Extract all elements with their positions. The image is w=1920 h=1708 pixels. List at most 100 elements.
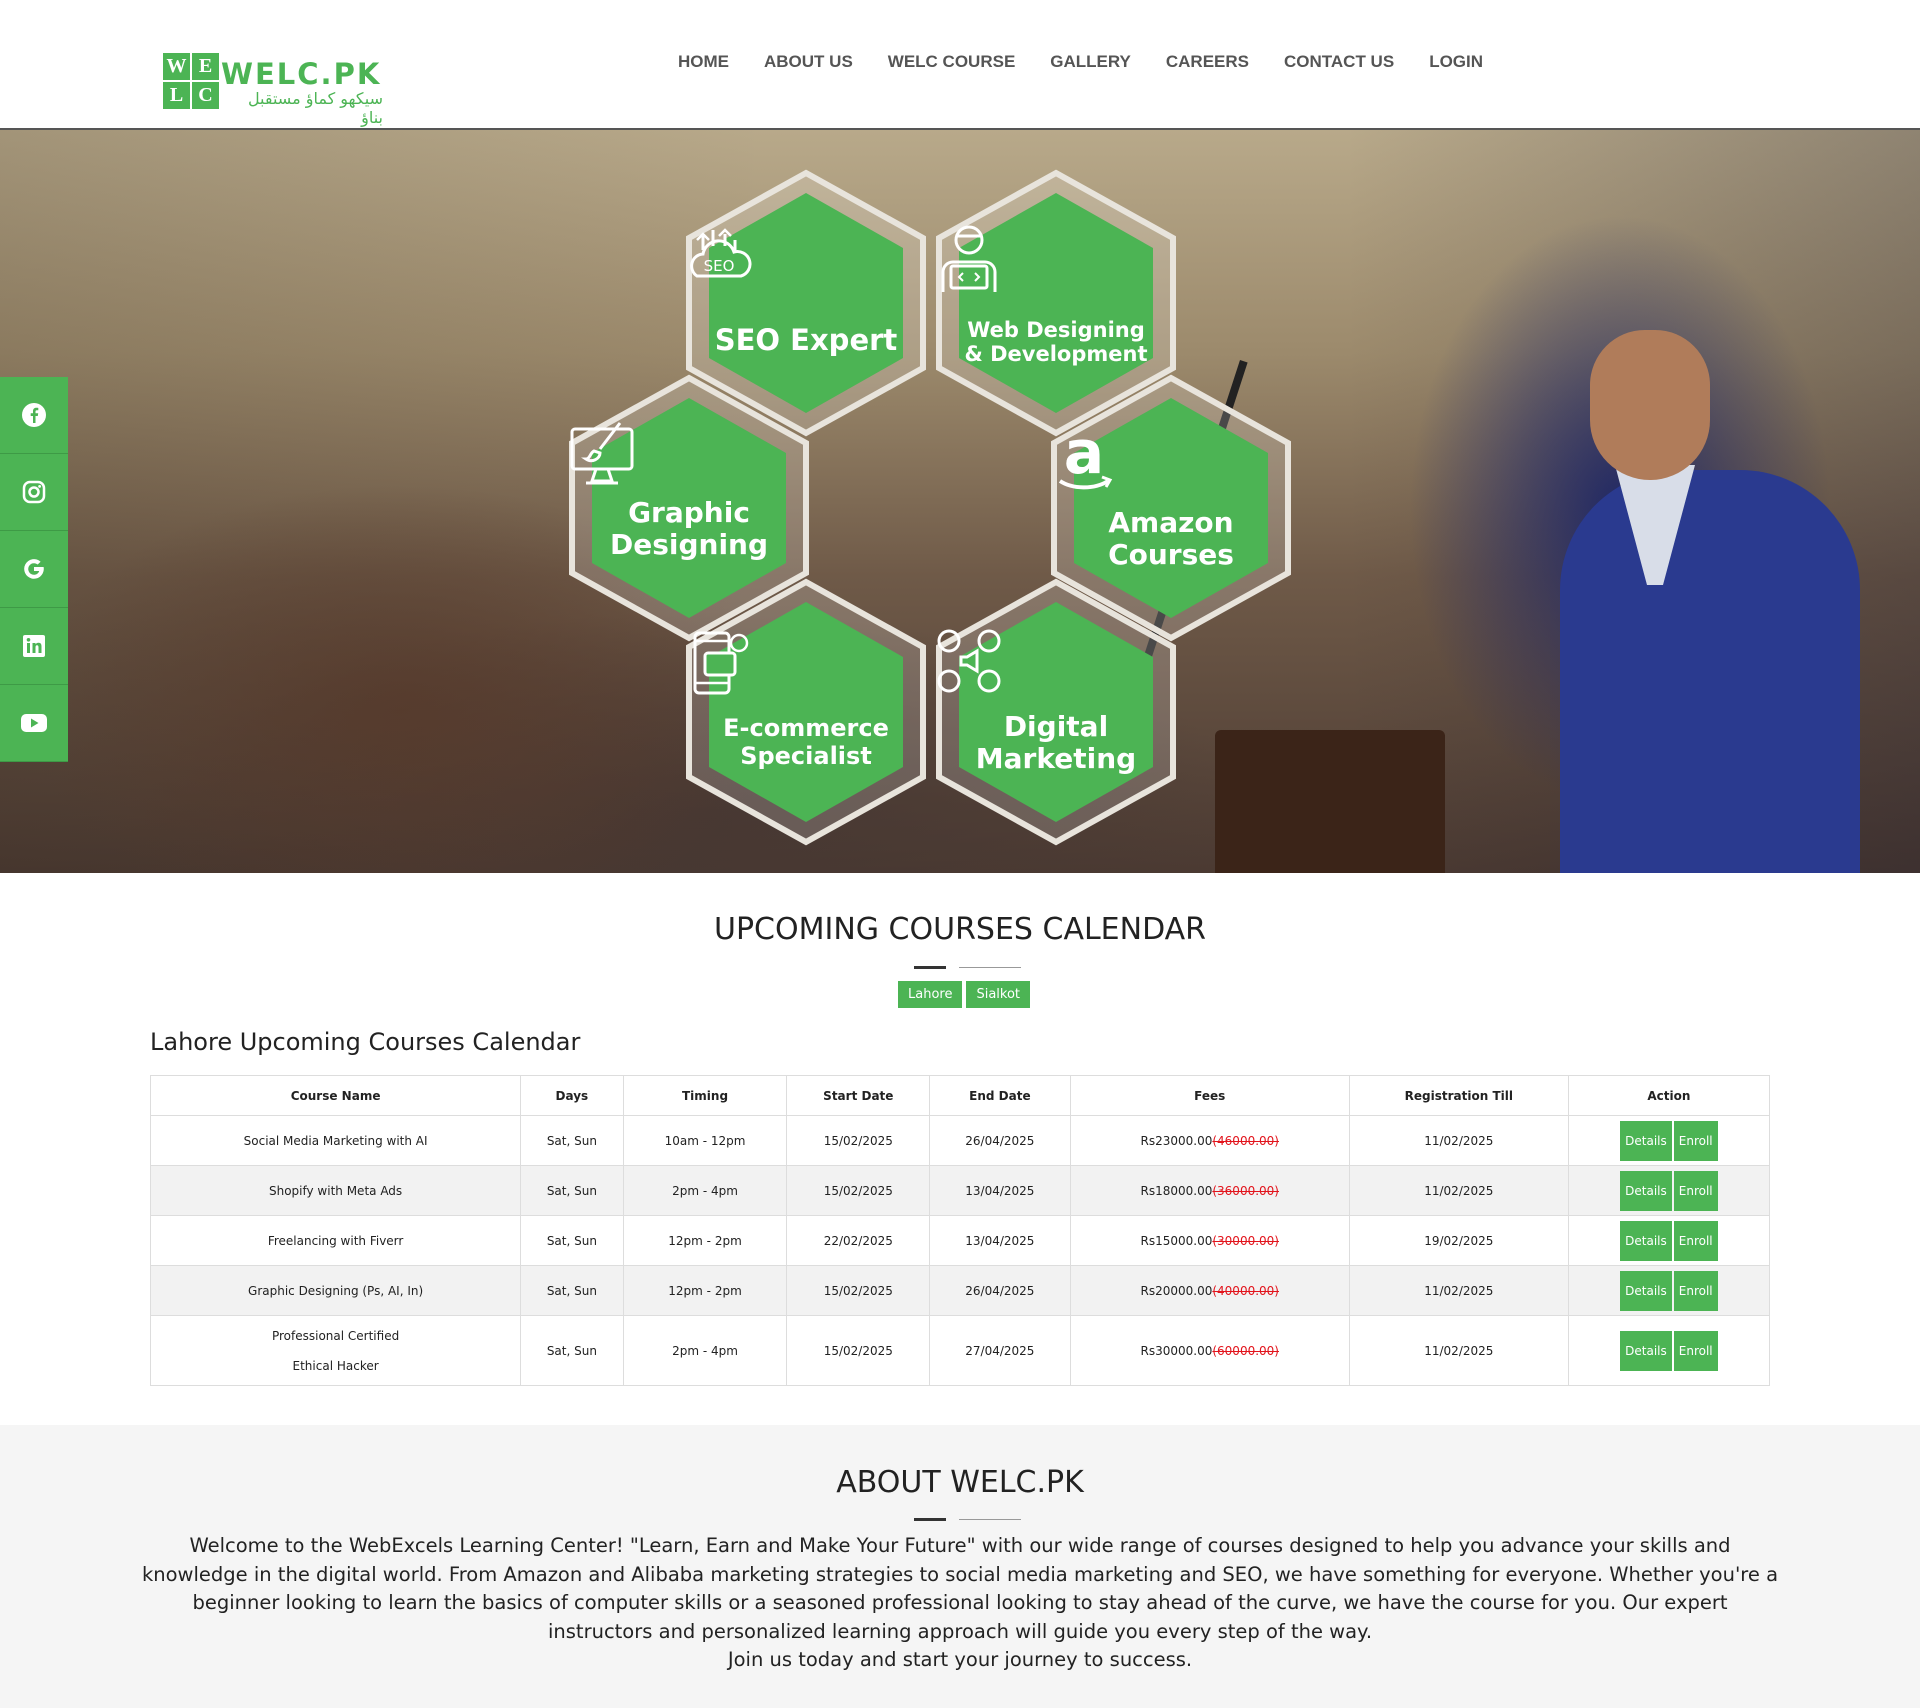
cell-timing: 12pm - 2pm <box>622 1265 788 1316</box>
fee-original: (40000.00) <box>1212 1283 1279 1298</box>
details-button[interactable]: Details <box>1620 1120 1672 1161</box>
nav-contact-us[interactable]: CONTACT US <box>1284 52 1394 72</box>
column-header: Registration Till <box>1348 1075 1569 1116</box>
cell-registration-till: 11/02/2025 <box>1348 1315 1569 1386</box>
hex-label: SEO Expert <box>683 323 929 357</box>
fee-original: (36000.00) <box>1212 1183 1279 1198</box>
cell-course-name: Social Media Marketing with AI <box>149 1115 522 1166</box>
tab-lahore[interactable]: Lahore <box>898 981 963 1008</box>
cell-registration-till: 11/02/2025 <box>1348 1265 1569 1316</box>
cell-end-date: 13/04/2025 <box>929 1165 1071 1216</box>
nav-careers[interactable]: CAREERS <box>1166 52 1249 72</box>
nav-home[interactable]: HOME <box>678 52 729 72</box>
table-row: Social Media Marketing with AI Sat, Sun … <box>149 1115 1771 1166</box>
cell-days: Sat, Sun <box>520 1265 624 1316</box>
course-name-text: Professional Certified Ethical Hacker <box>271 1328 400 1373</box>
divider-line <box>959 1519 1021 1520</box>
logo-wordmark: WELC.PK <box>221 57 382 91</box>
social-sidebar <box>0 377 68 762</box>
speaker-head <box>1590 330 1710 480</box>
cell-fees: Rs15000.00(30000.00) <box>1069 1215 1350 1266</box>
cell-action: Details Enroll <box>1567 1115 1771 1166</box>
column-header: Start Date <box>786 1075 931 1116</box>
fee-original: (60000.00) <box>1212 1343 1279 1358</box>
facebook-icon <box>22 403 46 427</box>
cell-fees: Rs23000.00(46000.00) <box>1069 1115 1350 1166</box>
details-button[interactable]: Details <box>1620 1330 1672 1371</box>
column-header: Days <box>520 1075 624 1116</box>
cell-end-date: 26/04/2025 <box>929 1265 1071 1316</box>
cell-days: Sat, Sun <box>520 1165 624 1216</box>
nav-welc-course[interactable]: WELC COURSE <box>888 52 1016 72</box>
hex-label-line: Courses <box>1108 538 1234 572</box>
main-nav: HOME ABOUT US WELC COURSE GALLERY CAREER… <box>678 52 1518 72</box>
enroll-button[interactable]: Enroll <box>1673 1120 1718 1161</box>
svg-text:a: a <box>1064 425 1105 488</box>
enroll-button[interactable]: Enroll <box>1673 1330 1718 1371</box>
tab-sialkot[interactable]: Sialkot <box>966 981 1031 1008</box>
hex-label-line: Amazon <box>1108 506 1234 539</box>
hex-label-line: Digital <box>1003 710 1109 743</box>
nav-login[interactable]: LOGIN <box>1429 52 1483 72</box>
nav-gallery[interactable]: GALLERY <box>1050 52 1131 72</box>
fee-current: Rs23000.00 <box>1140 1133 1213 1148</box>
column-header: Action <box>1567 1075 1771 1116</box>
cell-days: Sat, Sun <box>520 1215 624 1266</box>
instagram-link[interactable] <box>0 454 68 531</box>
divider-bar <box>914 966 946 969</box>
details-button[interactable]: Details <box>1620 1220 1672 1261</box>
hex-label-line: Marketing <box>975 742 1137 776</box>
logo-mark: W E L C <box>163 53 219 109</box>
courses-table: Course Name Days Timing Start Date End D… <box>149 1075 1771 1386</box>
hex-label-line: SEO Expert <box>714 323 898 357</box>
details-button[interactable]: Details <box>1620 1270 1672 1311</box>
table-header-row: Course Name Days Timing Start Date End D… <box>149 1075 1771 1116</box>
hexagon-shape <box>686 578 926 846</box>
hex-label: E-commerce Specialist <box>683 714 929 770</box>
hex-digital-marketing[interactable]: Digital Marketing <box>933 577 1179 847</box>
enroll-button[interactable]: Enroll <box>1673 1220 1718 1261</box>
logo-letter: C <box>192 82 219 109</box>
google-link[interactable] <box>0 531 68 608</box>
cell-registration-till: 11/02/2025 <box>1348 1115 1569 1166</box>
about-description: Welcome to the WebExcels Learning Center… <box>140 1532 1780 1675</box>
cell-action: Details Enroll <box>1567 1315 1771 1386</box>
hero-banner: SEO SEO Expert Web Designing & Developme… <box>0 130 1920 873</box>
cell-fees: Rs18000.00(36000.00) <box>1069 1165 1350 1216</box>
fee-current: Rs18000.00 <box>1140 1183 1213 1198</box>
calendar-subtitle: Lahore Upcoming Courses Calendar <box>150 1028 581 1056</box>
cell-registration-till: 11/02/2025 <box>1348 1165 1569 1216</box>
nav-about-us[interactable]: ABOUT US <box>764 52 853 72</box>
linkedin-link[interactable] <box>0 608 68 685</box>
cell-days: Sat, Sun <box>520 1315 624 1386</box>
details-button[interactable]: Details <box>1620 1170 1672 1211</box>
enroll-button[interactable]: Enroll <box>1673 1170 1718 1211</box>
fee-current: Rs30000.00 <box>1140 1343 1213 1358</box>
column-header: Timing <box>622 1075 788 1116</box>
instagram-icon <box>22 480 46 504</box>
cell-course-name: Professional Certified Ethical Hacker <box>149 1315 522 1386</box>
site-logo[interactable]: W E L C WELC.PK سیکھو کماؤ مستقبل بناؤ <box>163 53 383 127</box>
youtube-link[interactable] <box>0 685 68 762</box>
cell-course-name: Freelancing with Fiverr <box>149 1215 522 1266</box>
about-title: ABOUT WELC.PK <box>836 1465 1084 1500</box>
podium <box>1215 730 1445 873</box>
speaker-figure <box>1500 290 1860 873</box>
city-tabs: Lahore Sialkot <box>898 981 1034 1008</box>
table-row: Shopify with Meta Ads Sat, Sun 2pm - 4pm… <box>149 1165 1771 1216</box>
cell-timing: 2pm - 4pm <box>622 1315 788 1386</box>
cell-start-date: 15/02/2025 <box>786 1315 931 1386</box>
cell-start-date: 15/02/2025 <box>786 1165 931 1216</box>
table-row: Graphic Designing (Ps, AI, In) Sat, Sun … <box>149 1265 1771 1316</box>
about-section: ABOUT WELC.PK Welcome to the WebExcels L… <box>0 1425 1920 1708</box>
cell-timing: 10am - 12pm <box>622 1115 788 1166</box>
enroll-button[interactable]: Enroll <box>1673 1270 1718 1311</box>
hex-label-line: E-commerce <box>723 714 889 742</box>
hex-ecommerce-specialist[interactable]: E-commerce Specialist <box>683 577 929 847</box>
cell-end-date: 13/04/2025 <box>929 1215 1071 1266</box>
column-header: Fees <box>1069 1075 1350 1116</box>
hex-label: Graphic Designing <box>566 496 812 561</box>
fee-current: Rs20000.00 <box>1140 1283 1213 1298</box>
facebook-link[interactable] <box>0 377 68 454</box>
cell-course-name: Shopify with Meta Ads <box>149 1165 522 1216</box>
